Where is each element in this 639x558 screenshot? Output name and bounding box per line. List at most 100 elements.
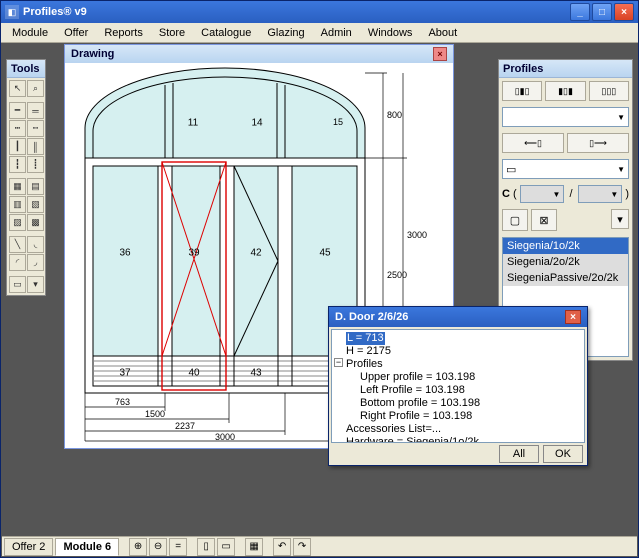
tool-h2[interactable]: ═: [27, 102, 44, 119]
grid-icon[interactable]: ▦: [245, 538, 263, 556]
dim-3000b: 3000: [215, 432, 235, 442]
dim-2500: 2500: [387, 270, 407, 280]
redo-icon[interactable]: ↷: [293, 538, 311, 556]
prop-hardware[interactable]: Hardware = Siegenia/1o/2k: [346, 436, 582, 443]
hardware-item-1[interactable]: Siegenia/1o/2k: [503, 238, 628, 254]
tool-square-dd[interactable]: ▾: [27, 276, 44, 293]
menu-module[interactable]: Module: [5, 25, 55, 41]
tool-curve2[interactable]: ◟: [27, 236, 44, 253]
prop-profiles[interactable]: Profiles: [346, 358, 582, 371]
drawing-title: Drawing: [71, 48, 114, 60]
tools-panel: Tools ↖ ⌕ ━ ═ ┅ ┉ ┃ ║ ┇ ┋ ▦ ▤ ▥ ▧ ▨ ▩: [6, 59, 46, 296]
tool-curve3[interactable]: ◜: [9, 254, 26, 271]
pane-39: 39: [188, 248, 200, 259]
app-icon: ◧: [5, 5, 19, 19]
prop-h[interactable]: H = 2175: [346, 345, 582, 358]
opening-tilt[interactable]: ⊠: [531, 209, 557, 231]
pane-14: 14: [251, 118, 263, 129]
dim-2237: 2237: [175, 421, 195, 431]
menu-admin[interactable]: Admin: [314, 25, 359, 41]
drawing-close-button[interactable]: ×: [433, 47, 447, 61]
tool-properties[interactable]: ⌕: [27, 80, 44, 97]
properties-dialog: D. Door 2/6/26 × L = 713 H = 2175 − Prof…: [328, 306, 588, 466]
close-button[interactable]: ×: [614, 3, 634, 21]
pane-36: 36: [119, 248, 131, 259]
tools-title: Tools: [7, 60, 45, 78]
layout-2-icon[interactable]: ▭: [217, 538, 235, 556]
tool-v2[interactable]: ║: [27, 138, 44, 155]
menu-windows[interactable]: Windows: [361, 25, 420, 41]
tool-v4[interactable]: ┋: [27, 156, 44, 173]
tool-curve4[interactable]: ◞: [27, 254, 44, 271]
dialog-all-button[interactable]: All: [499, 445, 539, 463]
section-select[interactable]: ▭▼: [502, 159, 629, 179]
tool-select[interactable]: ↖: [9, 80, 26, 97]
hardware-item-3[interactable]: SiegeniaPassive/2o/2k: [503, 270, 628, 286]
pane-40: 40: [188, 368, 200, 379]
pane-45: 45: [319, 248, 331, 259]
prop-bottom[interactable]: Bottom profile = 103.198: [346, 397, 582, 410]
properties-tree[interactable]: L = 713 H = 2175 − Profiles Upper profil…: [331, 329, 585, 443]
menubar: Module Offer Reports Store Catalogue Gla…: [1, 23, 638, 43]
dim-763: 763: [115, 397, 130, 407]
color-inner[interactable]: ▼: [578, 185, 623, 203]
dialog-close-button[interactable]: ×: [565, 310, 581, 324]
prop-upper[interactable]: Upper profile = 103.198: [346, 371, 582, 384]
expand-profiles[interactable]: −: [334, 358, 343, 367]
menu-glazing[interactable]: Glazing: [260, 25, 311, 41]
tool-square[interactable]: ▭: [9, 276, 26, 293]
tool-v3[interactable]: ┇: [9, 156, 26, 173]
tool-grid1[interactable]: ▦: [9, 178, 26, 195]
pane-37: 37: [119, 368, 131, 379]
profile-join-right[interactable]: ▯⟶: [567, 133, 629, 153]
statusbar: Offer 2 Module 6 ⊕ ⊖ = ▯ ▭ ▦ ↶ ↷: [2, 536, 637, 556]
profile-type-1[interactable]: ▯▮▯: [502, 81, 542, 101]
status-tab-module[interactable]: Module 6: [55, 538, 119, 556]
dialog-ok-button[interactable]: OK: [543, 445, 583, 463]
menu-catalogue[interactable]: Catalogue: [194, 25, 258, 41]
pane-42: 42: [250, 248, 262, 259]
menu-about[interactable]: About: [421, 25, 464, 41]
pane-11: 11: [188, 118, 199, 129]
layout-1-icon[interactable]: ▯: [197, 538, 215, 556]
opening-more[interactable]: ▾: [611, 209, 629, 229]
zoom-out-icon[interactable]: ⊖: [149, 538, 167, 556]
zoom-in-icon[interactable]: ⊕: [129, 538, 147, 556]
opening-fixed[interactable]: ▢: [502, 209, 528, 231]
tool-grid6[interactable]: ▩: [27, 214, 44, 231]
prop-accessories[interactable]: Accessories List=...: [346, 423, 582, 436]
tool-h3[interactable]: ┅: [9, 120, 26, 137]
prop-left[interactable]: Left Profile = 103.198: [346, 384, 582, 397]
zoom-fit-icon[interactable]: =: [169, 538, 187, 556]
profile-join-left[interactable]: ⟵▯: [502, 133, 564, 153]
hardware-item-2[interactable]: Siegenia/2o/2k: [503, 254, 628, 270]
prop-l[interactable]: L = 713: [346, 332, 385, 345]
tool-grid4[interactable]: ▧: [27, 196, 44, 213]
prop-right[interactable]: Right Profile = 103.198: [346, 410, 582, 423]
color-label: C: [502, 188, 510, 200]
tool-grid5[interactable]: ▨: [9, 214, 26, 231]
profile-select[interactable]: ▼: [502, 107, 629, 127]
status-tab-offer[interactable]: Offer 2: [4, 538, 53, 556]
dim-800: 800: [387, 110, 402, 120]
tool-curve1[interactable]: ╲: [9, 236, 26, 253]
minimize-button[interactable]: _: [570, 3, 590, 21]
profile-type-3[interactable]: ▯▯▯: [589, 81, 629, 101]
app-title: Profiles® v9: [23, 6, 570, 18]
maximize-button[interactable]: □: [592, 3, 612, 21]
menu-store[interactable]: Store: [152, 25, 192, 41]
menu-offer[interactable]: Offer: [57, 25, 95, 41]
tool-v1[interactable]: ┃: [9, 138, 26, 155]
tool-grid3[interactable]: ▥: [9, 196, 26, 213]
dim-3000: 3000: [407, 230, 427, 240]
dim-15: 15: [333, 117, 343, 127]
profiles-title: Profiles: [499, 60, 632, 78]
profile-type-2[interactable]: ▮▯▮: [545, 81, 585, 101]
properties-title: D. Door 2/6/26: [335, 311, 408, 323]
tool-grid2[interactable]: ▤: [27, 178, 44, 195]
menu-reports[interactable]: Reports: [97, 25, 150, 41]
undo-icon[interactable]: ↶: [273, 538, 291, 556]
color-outer[interactable]: ▼: [520, 185, 565, 203]
tool-h1[interactable]: ━: [9, 102, 26, 119]
tool-h4[interactable]: ┉: [27, 120, 44, 137]
